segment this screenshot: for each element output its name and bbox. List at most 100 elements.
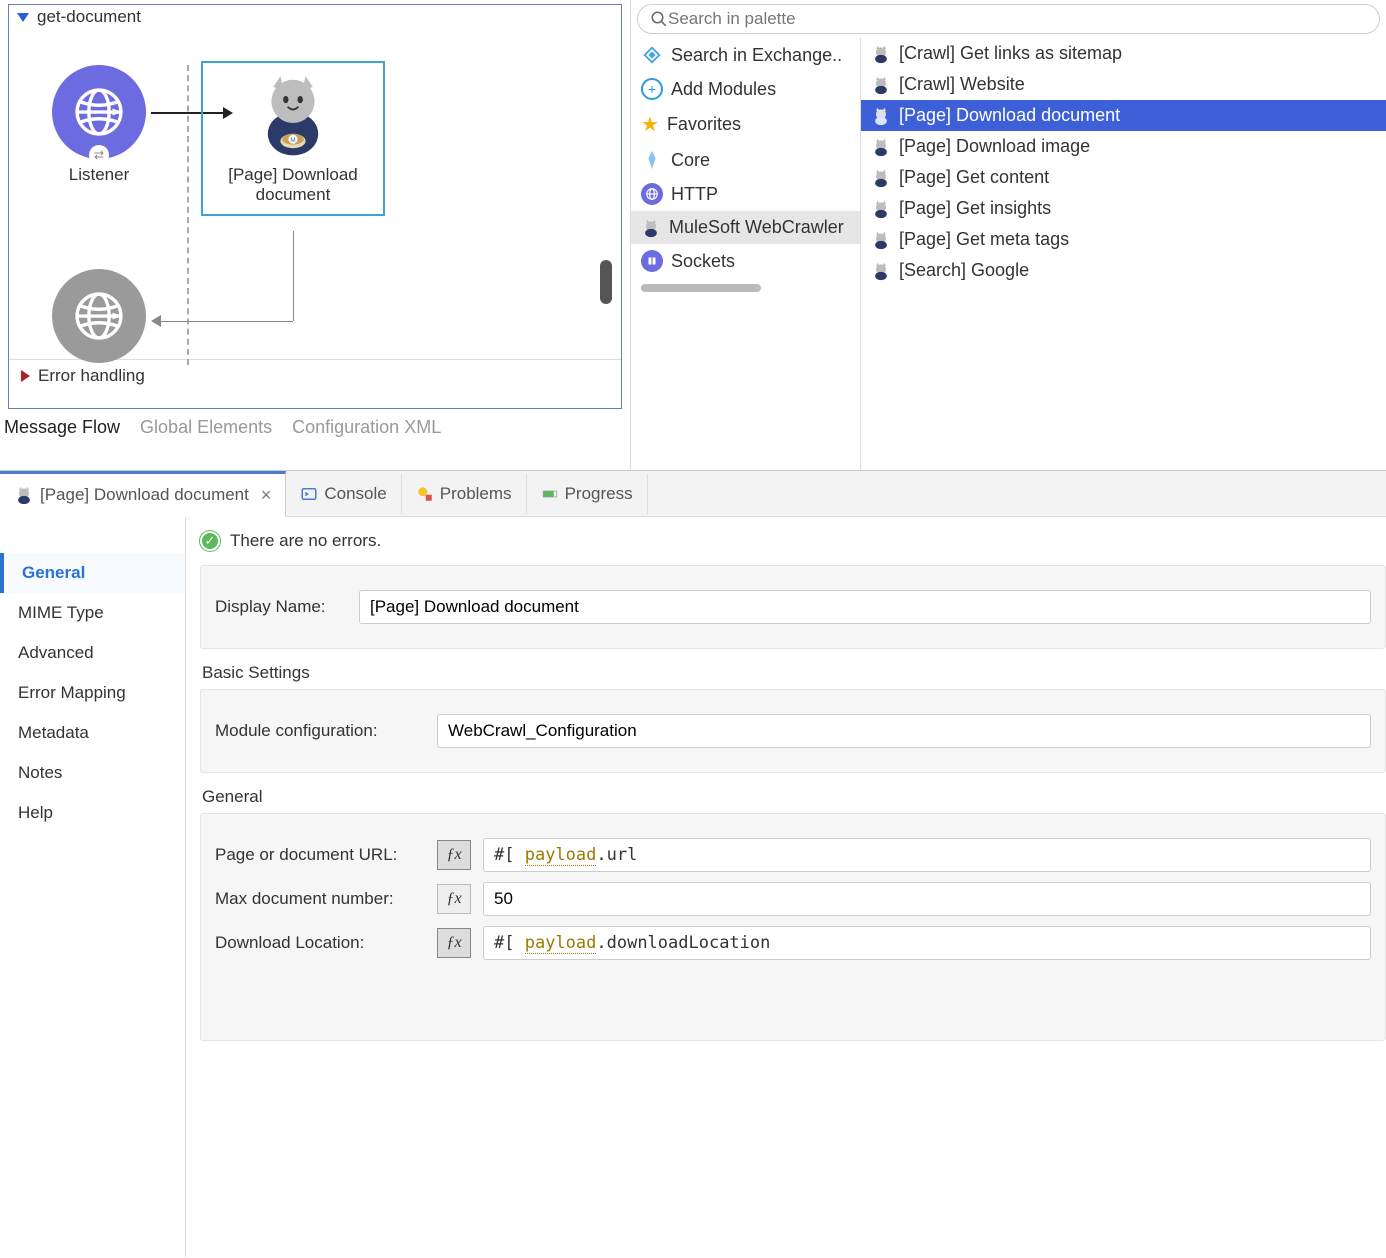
view-tabs: Message Flow Global Elements Configurati… — [0, 409, 630, 446]
op-search-google[interactable]: [Search] Google — [861, 255, 1386, 286]
tab-message-flow[interactable]: Message Flow — [4, 417, 120, 438]
category-exchange[interactable]: Search in Exchange.. — [631, 38, 860, 72]
max-input[interactable] — [483, 882, 1371, 916]
display-name-label: Display Name: — [215, 597, 347, 617]
op-label: [Page] Get content — [899, 167, 1049, 188]
op-label: [Page] Get insights — [899, 198, 1051, 219]
download-document-node[interactable]: M [Page] Download document — [201, 61, 385, 216]
webcrawler-icon — [871, 106, 891, 126]
nav-general[interactable]: General — [0, 553, 185, 593]
http-listener-icon: ⇄ — [52, 65, 146, 159]
canvas-scrollbar[interactable] — [600, 260, 612, 304]
op-crawl-sitemap[interactable]: [Crawl] Get links as sitemap — [861, 38, 1386, 69]
error-handling-section[interactable]: Error handling — [9, 359, 621, 392]
http-icon — [641, 183, 663, 205]
flow-canvas[interactable]: get-document ⇄ — [0, 0, 630, 470]
webcrawler-icon — [871, 168, 891, 188]
fx-button-url[interactable]: ƒx — [437, 840, 471, 870]
tab-global-elements[interactable]: Global Elements — [140, 417, 272, 438]
tab-configuration-xml[interactable]: Configuration XML — [292, 417, 441, 438]
url-label: Page or document URL: — [215, 845, 425, 865]
url-input[interactable]: #[ payload.url — [483, 838, 1371, 872]
webcrawler-icon — [871, 230, 891, 250]
listener-node[interactable]: ⇄ Listener — [49, 65, 149, 185]
category-favorites[interactable]: ★ Favorites — [631, 106, 860, 143]
tab-download-document-props[interactable]: [Page] Download document × — [0, 471, 286, 517]
property-content: ✓ There are no errors. Display Name: Bas… — [186, 517, 1386, 1257]
sockets-icon — [641, 250, 663, 272]
webcrawler-icon — [14, 485, 34, 505]
webcrawler-icon — [871, 199, 891, 219]
op-page-download-document[interactable]: [Page] Download document — [861, 100, 1386, 131]
exchange-icon — [641, 44, 663, 66]
palette-scrollbar[interactable] — [641, 284, 761, 292]
display-name-input[interactable] — [359, 590, 1371, 624]
category-label: Core — [671, 150, 710, 171]
general-block: Page or document URL: ƒx #[ payload.url … — [200, 813, 1386, 1041]
webcrawler-icon — [871, 261, 891, 281]
exchange-icon: ⇄ — [89, 145, 109, 165]
download-node-label: [Page] Download document — [207, 165, 379, 206]
category-core[interactable]: Core — [631, 143, 860, 177]
op-page-get-meta-tags[interactable]: [Page] Get meta tags — [861, 224, 1386, 255]
svg-text:M: M — [290, 137, 295, 144]
tab-console[interactable]: Console — [286, 474, 401, 514]
close-icon[interactable]: × — [261, 485, 272, 506]
nav-notes[interactable]: Notes — [0, 753, 185, 793]
op-page-download-image[interactable]: [Page] Download image — [861, 131, 1386, 162]
palette-search-input[interactable] — [668, 9, 1367, 29]
nav-advanced[interactable]: Advanced — [0, 633, 185, 673]
download-loc-label: Download Location: — [215, 933, 425, 953]
fx-button-download[interactable]: ƒx — [437, 928, 471, 958]
check-icon: ✓ — [200, 531, 220, 551]
flow-header[interactable]: get-document — [9, 5, 621, 29]
bottom-tab-bar: [Page] Download document × Console Probl… — [0, 471, 1386, 517]
flow-name: get-document — [37, 7, 141, 27]
nav-metadata[interactable]: Metadata — [0, 713, 185, 753]
webcrawler-icon — [871, 75, 891, 95]
category-sockets[interactable]: Sockets — [631, 244, 860, 278]
nav-mime-type[interactable]: MIME Type — [0, 593, 185, 633]
fx-button-max[interactable]: ƒx — [437, 884, 471, 914]
flow-container[interactable]: get-document ⇄ — [8, 4, 622, 409]
tab-label: Console — [324, 484, 386, 504]
op-label: [Crawl] Get links as sitemap — [899, 43, 1122, 64]
core-icon — [641, 149, 663, 171]
connector-vertical — [293, 231, 294, 321]
category-label: HTTP — [671, 184, 718, 205]
category-label: Sockets — [671, 251, 735, 272]
tab-problems[interactable]: Problems — [402, 474, 527, 514]
nav-error-mapping[interactable]: Error Mapping — [0, 673, 185, 713]
webcrawler-cat-icon: M — [248, 69, 338, 159]
console-icon — [300, 485, 318, 503]
flow-divider — [187, 65, 189, 365]
category-label: Add Modules — [671, 79, 776, 100]
response-node[interactable] — [49, 269, 149, 363]
category-webcrawler[interactable]: MuleSoft WebCrawler — [631, 211, 860, 244]
connector-horizontal — [157, 321, 293, 322]
op-crawl-website[interactable]: [Crawl] Website — [861, 69, 1386, 100]
download-loc-input[interactable]: #[ payload.downloadLocation — [483, 926, 1371, 960]
category-add-modules[interactable]: + Add Modules — [631, 72, 860, 106]
op-label: [Page] Get meta tags — [899, 229, 1069, 250]
category-http[interactable]: HTTP — [631, 177, 860, 211]
nav-help[interactable]: Help — [0, 793, 185, 833]
search-icon — [650, 10, 668, 28]
tab-progress[interactable]: Progress — [527, 474, 648, 514]
module-config-input[interactable] — [437, 714, 1371, 748]
max-label: Max document number: — [215, 889, 425, 909]
tab-label: [Page] Download document — [40, 485, 249, 505]
palette-search[interactable] — [637, 4, 1380, 34]
module-config-label: Module configuration: — [215, 721, 425, 741]
op-label: [Page] Download image — [899, 136, 1090, 157]
listener-label: Listener — [49, 165, 149, 185]
op-page-get-insights[interactable]: [Page] Get insights — [861, 193, 1386, 224]
property-editor: [Page] Download document × Console Probl… — [0, 470, 1386, 1257]
category-label: Favorites — [667, 114, 741, 135]
category-label: Search in Exchange.. — [671, 45, 842, 66]
expand-icon[interactable] — [21, 370, 30, 382]
tab-label: Progress — [565, 484, 633, 504]
op-page-get-content[interactable]: [Page] Get content — [861, 162, 1386, 193]
webcrawler-icon — [871, 137, 891, 157]
collapse-icon[interactable] — [17, 13, 29, 22]
